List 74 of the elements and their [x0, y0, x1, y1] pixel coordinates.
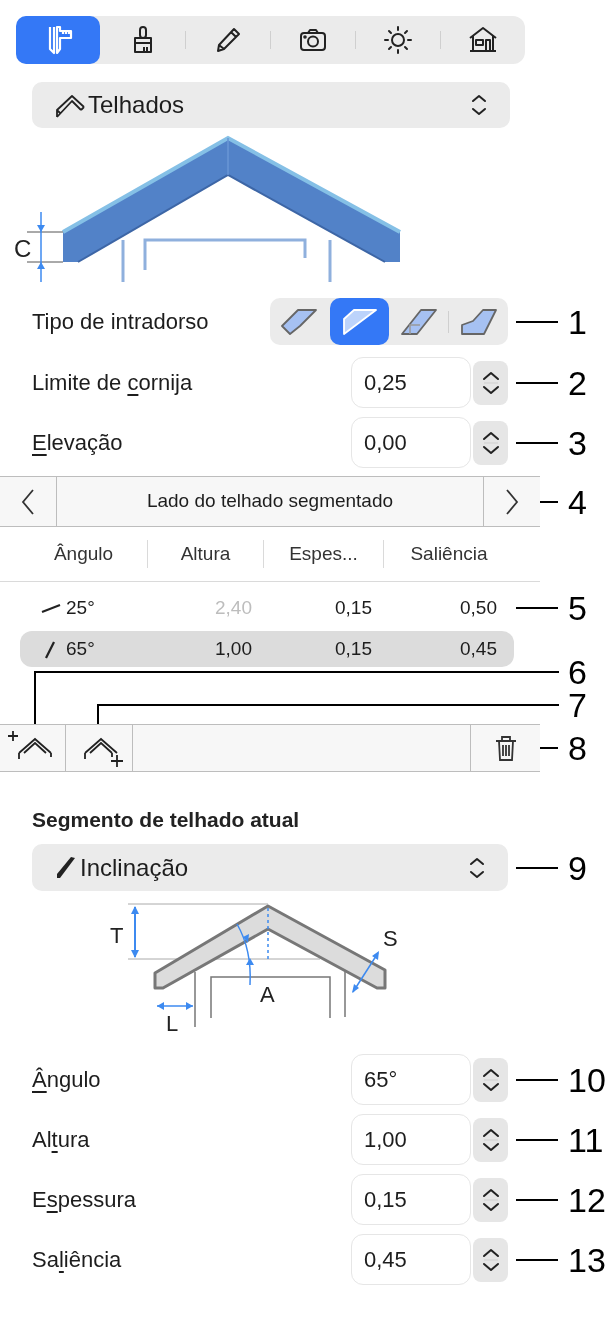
dimension-label: A [260, 982, 275, 1007]
stepper[interactable] [473, 420, 508, 465]
roof-edge-icon [281, 308, 318, 335]
chevron-up-down-icon [468, 855, 486, 880]
stepper[interactable] [473, 1237, 508, 1282]
field-label: Saliência [32, 1246, 123, 1274]
callout-number: 6 [568, 655, 587, 689]
sun-icon [382, 24, 414, 56]
roof-edge-icon [400, 308, 437, 335]
section-title: Segmento de telhado atual [32, 807, 301, 830]
callout-number: 3 [567, 425, 588, 460]
column-header[interactable]: Ângulo [20, 539, 147, 569]
field-label: Altura [32, 1126, 91, 1154]
roof-edge-icon [460, 308, 497, 335]
callout-number: 11 [567, 1122, 605, 1157]
stepper[interactable] [473, 1117, 508, 1162]
table-cell-text: 0,15 [334, 595, 373, 620]
leader-line [516, 1258, 558, 1261]
table-cell-text: 2,40 [214, 595, 253, 620]
dropdown[interactable]: Inclinação [32, 844, 508, 891]
segment-option[interactable] [329, 298, 389, 345]
column-header[interactable]: Espes... [263, 539, 383, 569]
table-cell-text: 0,50 [459, 595, 498, 620]
callout-number: 7 [568, 688, 587, 722]
input-field[interactable]: 65° [351, 1054, 471, 1105]
leader-line [516, 1078, 558, 1081]
stepper[interactable] [473, 360, 508, 405]
dimension-label: C [14, 235, 32, 262]
leader-line [540, 747, 558, 749]
callout-number: 5 [567, 591, 588, 625]
callout-number: 2 [567, 365, 588, 400]
field-label: Ângulo [32, 1066, 102, 1094]
table-row[interactable]: 25° 2,40 0,15 0,50 [20, 590, 514, 626]
leader-line [516, 607, 558, 609]
field-label: Espessura [32, 1186, 137, 1214]
dimension-label: T [110, 923, 124, 948]
chevron-up-down-icon [470, 93, 488, 117]
callout-number: 8 [567, 731, 588, 765]
column-header[interactable]: Altura [147, 539, 263, 569]
input-field[interactable]: 0,15 [351, 1174, 471, 1225]
navigation-title: Lado do telhado segmentado [145, 489, 395, 514]
callout-number: 9 [567, 850, 588, 885]
leader-line [540, 500, 558, 503]
table-cell-text: 0,15 [334, 636, 373, 661]
input-field[interactable]: 1,00 [351, 1114, 471, 1165]
stepper[interactable] [473, 1057, 508, 1102]
dimension-label: S [383, 926, 398, 951]
roof-edge-icon [341, 308, 378, 335]
table-row[interactable]: 65° 1,00 0,15 0,45 [20, 631, 514, 667]
table-cell-text: 1,00 [214, 636, 253, 661]
callout-number: 12 [567, 1182, 607, 1217]
field-label: Limite de cornija [32, 369, 194, 397]
leader-line [516, 866, 558, 869]
callout-number: 4 [567, 484, 588, 519]
input-field[interactable]: 0,25 [351, 357, 471, 408]
input-field[interactable]: 0,00 [351, 417, 471, 468]
leader-line [516, 441, 558, 444]
input-field[interactable]: 0,45 [351, 1234, 471, 1285]
field-label: Tipo de intradorso [32, 308, 210, 336]
dropdown[interactable]: Telhados [32, 82, 510, 128]
table-cell-text: 25° [66, 595, 95, 620]
leader-line [516, 1138, 558, 1141]
dimension-label: L [166, 1011, 179, 1035]
table-cell-text: 65° [66, 636, 95, 661]
column-header[interactable]: Saliência [383, 539, 514, 569]
stepper[interactable] [473, 1177, 508, 1222]
leader-line [516, 1198, 558, 1201]
callout-number: 10 [567, 1062, 607, 1097]
leader-line [516, 381, 558, 384]
callout-number: 1 [567, 304, 588, 339]
field-label: Elevação [32, 429, 124, 457]
table-cell-text: 0,45 [459, 636, 498, 661]
leader-line [516, 320, 558, 323]
callout-number: 13 [567, 1242, 607, 1277]
